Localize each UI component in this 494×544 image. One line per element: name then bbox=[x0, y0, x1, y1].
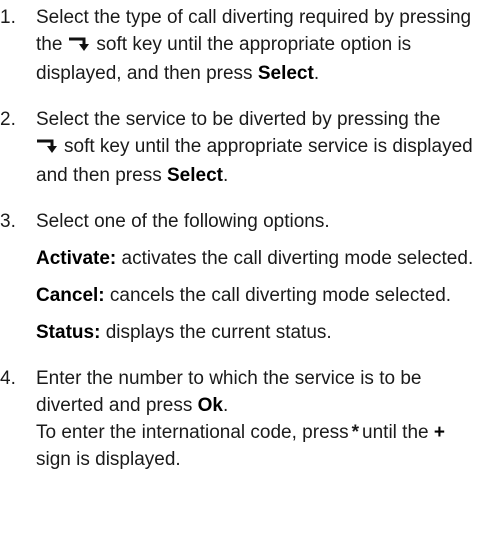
step-4: 4. Enter the number to which the service… bbox=[0, 365, 494, 473]
step-note: To enter the international code, press * u… bbox=[36, 419, 484, 473]
step-number: 3. bbox=[0, 211, 16, 232]
instruction-page: 1. Select the type of call diverting req… bbox=[0, 0, 494, 544]
step-text: Select one of the following options. bbox=[36, 211, 330, 232]
step-1: 1. Select the type of call diverting req… bbox=[0, 4, 494, 87]
option-status: Status: displays the current status. bbox=[36, 322, 332, 343]
step-number: 4. bbox=[0, 368, 16, 389]
step-text: Enter the number to which the service is… bbox=[36, 368, 422, 416]
plus-sign: + bbox=[433, 422, 445, 443]
step-text: Select the service to be diverted by pre… bbox=[36, 109, 473, 186]
star-key-icon: * bbox=[351, 422, 360, 443]
down-arrow-softkey-icon bbox=[68, 33, 92, 60]
option-activate: Activate: activates the call diverting m… bbox=[36, 248, 474, 269]
step-text: Select the type of call diverting requir… bbox=[36, 7, 472, 84]
down-arrow-softkey-icon bbox=[36, 135, 60, 162]
step-number: 2. bbox=[0, 109, 16, 130]
option-cancel: Cancel: cancels the call diverting mode … bbox=[36, 285, 452, 306]
step-2: 2. Select the service to be diverted by … bbox=[0, 106, 494, 189]
step-number: 1. bbox=[0, 7, 16, 28]
steps-list: 1. Select the type of call diverting req… bbox=[0, 4, 494, 473]
step-3: 3. Select one of the following options. … bbox=[0, 208, 494, 346]
